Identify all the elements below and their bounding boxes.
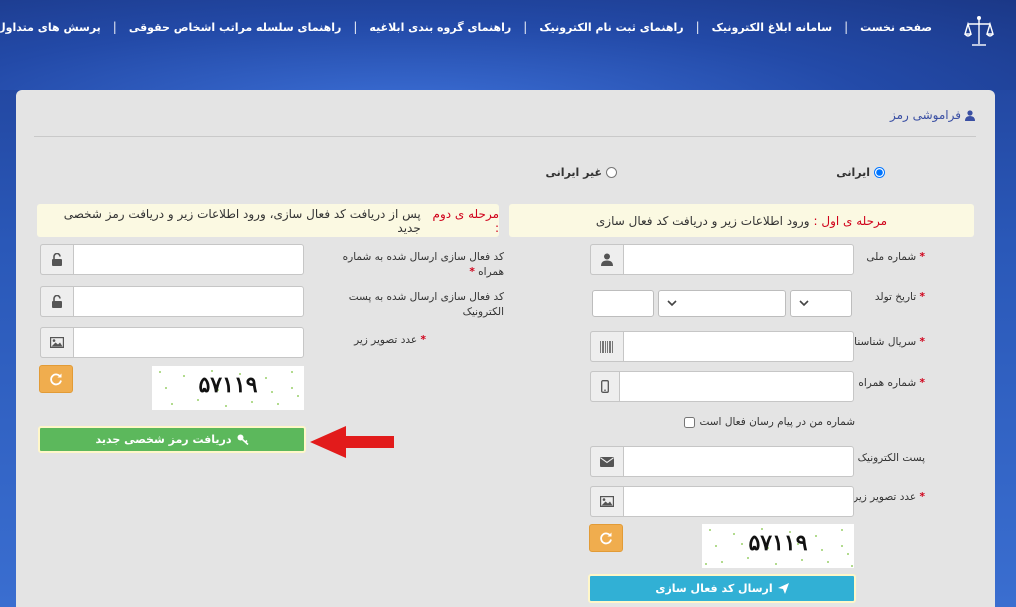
user-icon (965, 109, 975, 121)
mobile-phone-icon (601, 380, 609, 393)
nav-grouping-guide[interactable]: راهنمای گروه بندی ابلاغیه (357, 21, 523, 34)
stage-two-prefix: مرحله ی دوم : (432, 206, 499, 235)
key-icon (237, 434, 249, 445)
get-new-password-button[interactable]: دریافت رمز شخصی جدید (38, 426, 306, 453)
nav-ablagh-system[interactable]: سامانه ابلاغ الکترونیک (700, 21, 844, 34)
radio-iranian-input[interactable] (874, 167, 885, 178)
refresh-icon (50, 373, 62, 386)
send-activation-code-button[interactable]: ارسال کد فعال سازی (588, 574, 856, 603)
captcha2-label-text: عدد تصویر زیر (354, 334, 418, 346)
email-code-label: کد فعال سازی ارسال شده به پست الکترونیک (334, 290, 504, 320)
national-code-label-text: شماره ملی (866, 251, 917, 263)
birth-year-input[interactable] (592, 290, 654, 317)
national-code-input[interactable] (590, 244, 854, 275)
email-label-text: پست الکترونیک (857, 452, 925, 464)
messenger-active-label: شماره من در پیام رسان فعال است (699, 416, 855, 428)
stage-one-text: ورود اطلاعات زیر و دریافت کد فعال سازی (595, 213, 810, 228)
envelope-icon (600, 456, 614, 467)
user-icon (601, 253, 613, 266)
nav-home[interactable]: صفحه نخست (848, 21, 944, 34)
sms-code-input[interactable] (40, 244, 304, 275)
image-icon (600, 496, 614, 507)
radio-iranian-label: ایرانی (836, 166, 870, 179)
refresh-icon (600, 532, 612, 545)
messenger-active-checkbox[interactable]: شماره من در پیام رسان فعال است (684, 416, 855, 428)
email-code-label-text: کد فعال سازی ارسال شده به پست الکترونیک (348, 291, 504, 318)
main-nav: صفحه نخست | سامانه ابلاغ الکترونیک | راه… (0, 20, 944, 34)
birth-date-label-text: تاریخ تولد (874, 291, 917, 303)
forgot-password-panel: فراموشی رمز ایرانی غیر ایرانی مرحله ی او… (16, 90, 995, 607)
panel-title: فراموشی رمز (890, 108, 975, 122)
captcha-label-text: عدد تصویر زیر (853, 491, 917, 503)
nav-separator: | (112, 20, 117, 34)
required-mark: * (919, 251, 926, 263)
birth-day-select[interactable] (790, 290, 852, 317)
unlock-icon (52, 295, 62, 308)
messenger-active-checkbox-input[interactable] (684, 416, 696, 428)
title-divider (34, 136, 976, 137)
captcha-addon (590, 486, 624, 517)
nav-register-guide[interactable]: راهنمای ثبت نام الکترونیک (527, 21, 695, 34)
captcha2-image: ۵۷۱۱۹ (152, 366, 304, 410)
barcode-icon (600, 340, 613, 353)
email-addon (590, 446, 624, 477)
email-code-input[interactable] (40, 286, 304, 317)
chevron-down-icon (667, 300, 677, 307)
radio-non-iranian[interactable]: غیر ایرانی (546, 166, 617, 179)
required-mark: * (919, 291, 926, 303)
sms-code-label-text: کد فعال سازی ارسال شده به شماره همراه (342, 251, 504, 278)
nav-separator: | (523, 20, 528, 34)
id-serial-addon (590, 331, 624, 362)
nav-separator: | (844, 20, 849, 34)
radio-iranian[interactable]: ایرانی (836, 166, 885, 179)
birth-month-select[interactable] (658, 290, 786, 317)
required-mark: * (919, 491, 926, 503)
radio-non-iranian-input[interactable] (606, 167, 617, 178)
captcha2-addon (40, 327, 74, 358)
email-input[interactable] (590, 446, 854, 477)
national-code-addon (590, 244, 624, 275)
send-activation-code-label: ارسال کد فعال سازی (655, 582, 773, 595)
stage-one-banner: مرحله ی اول : ورود اطلاعات زیر و دریافت … (509, 204, 974, 237)
judiciary-scales-logo-icon[interactable] (964, 14, 994, 48)
id-serial-input[interactable] (590, 331, 854, 362)
radio-non-iranian-label: غیر ایرانی (545, 166, 602, 179)
get-new-password-label: دریافت رمز شخصی جدید (95, 433, 232, 446)
required-mark: * (919, 336, 926, 348)
nav-faq[interactable]: پرسش های متداول (0, 21, 113, 34)
sms-code-addon (40, 244, 74, 275)
email-code-addon (40, 286, 74, 317)
captcha2-label: * عدد تصویر زیر (306, 333, 426, 348)
required-mark: * (919, 377, 926, 389)
panel-title-text: فراموشی رمز (889, 108, 961, 122)
sms-code-label: کد فعال سازی ارسال شده به شماره همراه * (334, 250, 504, 280)
paper-plane-icon (777, 583, 789, 594)
stage-two-text: پس از دریافت کد فعال سازی، ورود اطلاعات … (63, 206, 421, 235)
captcha-input[interactable] (590, 486, 854, 517)
captcha-refresh-button[interactable] (589, 524, 623, 552)
captcha-digits: ۵۷۱۱۹ (748, 530, 808, 556)
stage-two-banner: مرحله ی دوم : پس از دریافت کد فعال سازی،… (37, 204, 499, 237)
required-mark: * (469, 266, 475, 278)
nav-separator: | (353, 20, 358, 34)
mobile-input[interactable] (590, 371, 854, 402)
nav-separator: | (695, 20, 700, 34)
mobile-label-text: شماره همراه (858, 377, 917, 389)
unlock-icon (52, 253, 62, 266)
required-mark: * (420, 334, 427, 346)
stage-one-prefix: مرحله ی اول : (813, 213, 888, 228)
nav-legal-hierarchy-guide[interactable]: راهنمای سلسله مراتب اشخاص حقوقی (117, 21, 354, 34)
captcha2-input[interactable] (40, 327, 304, 358)
red-arrow-annotation (310, 426, 394, 458)
image-icon (50, 337, 64, 348)
top-header: صفحه نخست | سامانه ابلاغ الکترونیک | راه… (0, 0, 1016, 90)
mobile-addon (590, 371, 620, 402)
captcha2-refresh-button[interactable] (39, 365, 73, 393)
captcha-image: ۵۷۱۱۹ (702, 524, 854, 568)
captcha2-digits: ۵۷۱۱۹ (198, 372, 258, 398)
chevron-down-icon (799, 300, 809, 307)
